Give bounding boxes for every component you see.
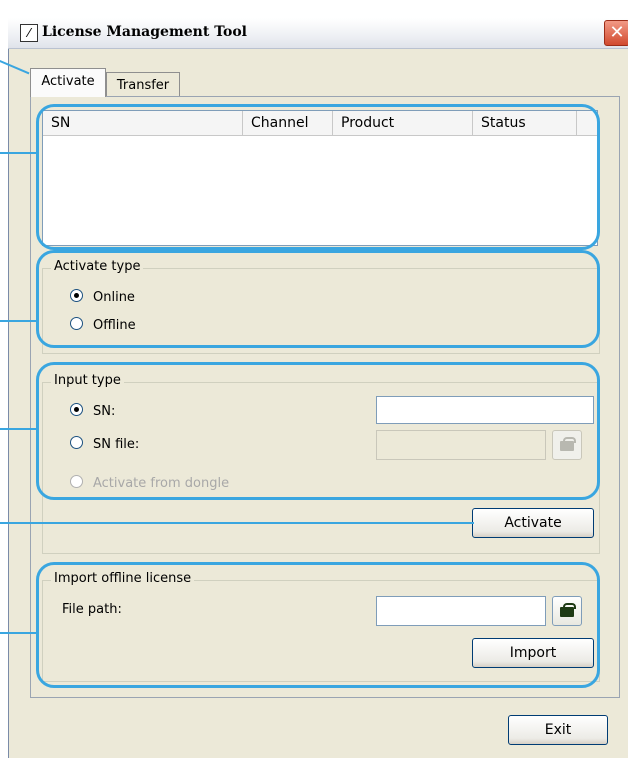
- radio-sn-label: SN:: [93, 404, 116, 419]
- close-icon[interactable]: ✕: [604, 20, 628, 46]
- license-list[interactable]: SN Channel Product Status: [42, 110, 598, 246]
- app-icon: ⁄: [20, 24, 38, 42]
- file-path-label: File path:: [62, 602, 122, 617]
- callout-leader-activate-type: [0, 320, 36, 322]
- import-offline-title: Import offline license: [51, 571, 195, 586]
- folder-open-icon: [560, 437, 576, 451]
- callout-leader-input-type: [0, 428, 36, 430]
- radio-online-label: Online: [93, 290, 135, 305]
- sn-file-input: [376, 430, 546, 460]
- radio-sn[interactable]: SN:: [70, 402, 115, 422]
- radio-offline-indicator[interactable]: [70, 317, 83, 330]
- folder-open-icon: [560, 603, 576, 617]
- title-bar: ⁄ License Management Tool: [8, 18, 628, 49]
- callout-leader-import-offline: [0, 632, 36, 634]
- radio-dongle-label: Activate from dongle: [93, 476, 230, 491]
- activate-type-group: Activate type: [42, 259, 600, 354]
- input-type-title: Input type: [51, 373, 124, 388]
- radio-sn-file[interactable]: SN file:: [70, 435, 139, 455]
- radio-dongle-indicator: [70, 475, 83, 488]
- radio-activate-from-dongle: Activate from dongle: [70, 474, 229, 494]
- column-product[interactable]: Product: [333, 111, 473, 135]
- sn-file-browse-button: [552, 430, 582, 460]
- radio-offline[interactable]: Offline: [70, 316, 136, 336]
- column-channel[interactable]: Channel: [243, 111, 333, 135]
- radio-sn-indicator[interactable]: [70, 403, 83, 416]
- exit-button[interactable]: Exit: [508, 715, 608, 745]
- file-path-input[interactable]: [376, 596, 546, 626]
- tab-transfer[interactable]: Transfer: [106, 72, 180, 99]
- window-title: License Management Tool: [42, 24, 247, 40]
- column-status[interactable]: Status: [473, 111, 577, 135]
- radio-sn-file-label: SN file:: [93, 437, 140, 452]
- activate-button[interactable]: Activate: [472, 508, 594, 538]
- radio-sn-file-indicator[interactable]: [70, 436, 83, 449]
- import-button[interactable]: Import: [472, 638, 594, 668]
- callout-leader-list: [0, 152, 36, 154]
- list-header: SN Channel Product Status: [43, 111, 597, 136]
- radio-online[interactable]: Online: [70, 288, 135, 308]
- file-path-browse-button[interactable]: [552, 596, 582, 626]
- callout-leader-activate-button: [0, 522, 474, 524]
- tab-activate[interactable]: Activate: [30, 68, 106, 97]
- radio-offline-label: Offline: [93, 318, 136, 333]
- radio-online-indicator[interactable]: [70, 289, 83, 302]
- column-sn[interactable]: SN: [43, 111, 243, 135]
- sn-input[interactable]: [376, 396, 594, 424]
- activate-type-title: Activate type: [51, 259, 144, 274]
